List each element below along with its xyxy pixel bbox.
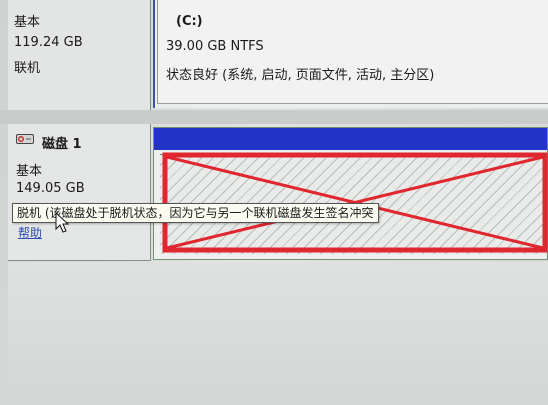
disk1-size: 149.05 GB <box>16 181 85 196</box>
disk0-type: 基本 <box>14 15 41 30</box>
partition-c-name: (C:) <box>176 14 203 29</box>
disk1-title: 磁盘 1 <box>42 137 82 152</box>
help-link[interactable]: 帮助 <box>18 224 42 241</box>
row-divider <box>0 110 548 124</box>
disk0-partition-c[interactable]: (C:) 39.00 GB NTFS 状态良好 (系统, 启动, 页面文件, 活… <box>153 0 548 108</box>
partition-header-bar <box>154 128 547 150</box>
disk0-size: 119.24 GB <box>14 35 83 50</box>
empty-area <box>8 262 548 405</box>
disk-icon <box>16 134 34 144</box>
disk-management-view: 基本 119.24 GB 联机 (C:) 39.00 GB NTFS 状态良好 … <box>0 0 548 405</box>
partition-c-state: 状态良好 (系统, 启动, 页面文件, 活动, 主分区) <box>166 68 435 83</box>
disk0-status: 联机 <box>14 61 41 76</box>
partition-c-size: 39.00 GB NTFS <box>166 39 264 54</box>
disk0-info-panel[interactable]: 基本 119.24 GB 联机 <box>8 0 151 111</box>
disk1-info-panel[interactable]: 磁盘 1 基本 149.05 GB 脱机 帮助 <box>8 124 151 261</box>
disk1-type: 基本 <box>16 164 43 179</box>
arrow-cursor-icon <box>55 212 70 233</box>
disk0-partition-body: (C:) 39.00 GB NTFS 状态良好 (系统, 启动, 页面文件, 活… <box>157 0 548 104</box>
